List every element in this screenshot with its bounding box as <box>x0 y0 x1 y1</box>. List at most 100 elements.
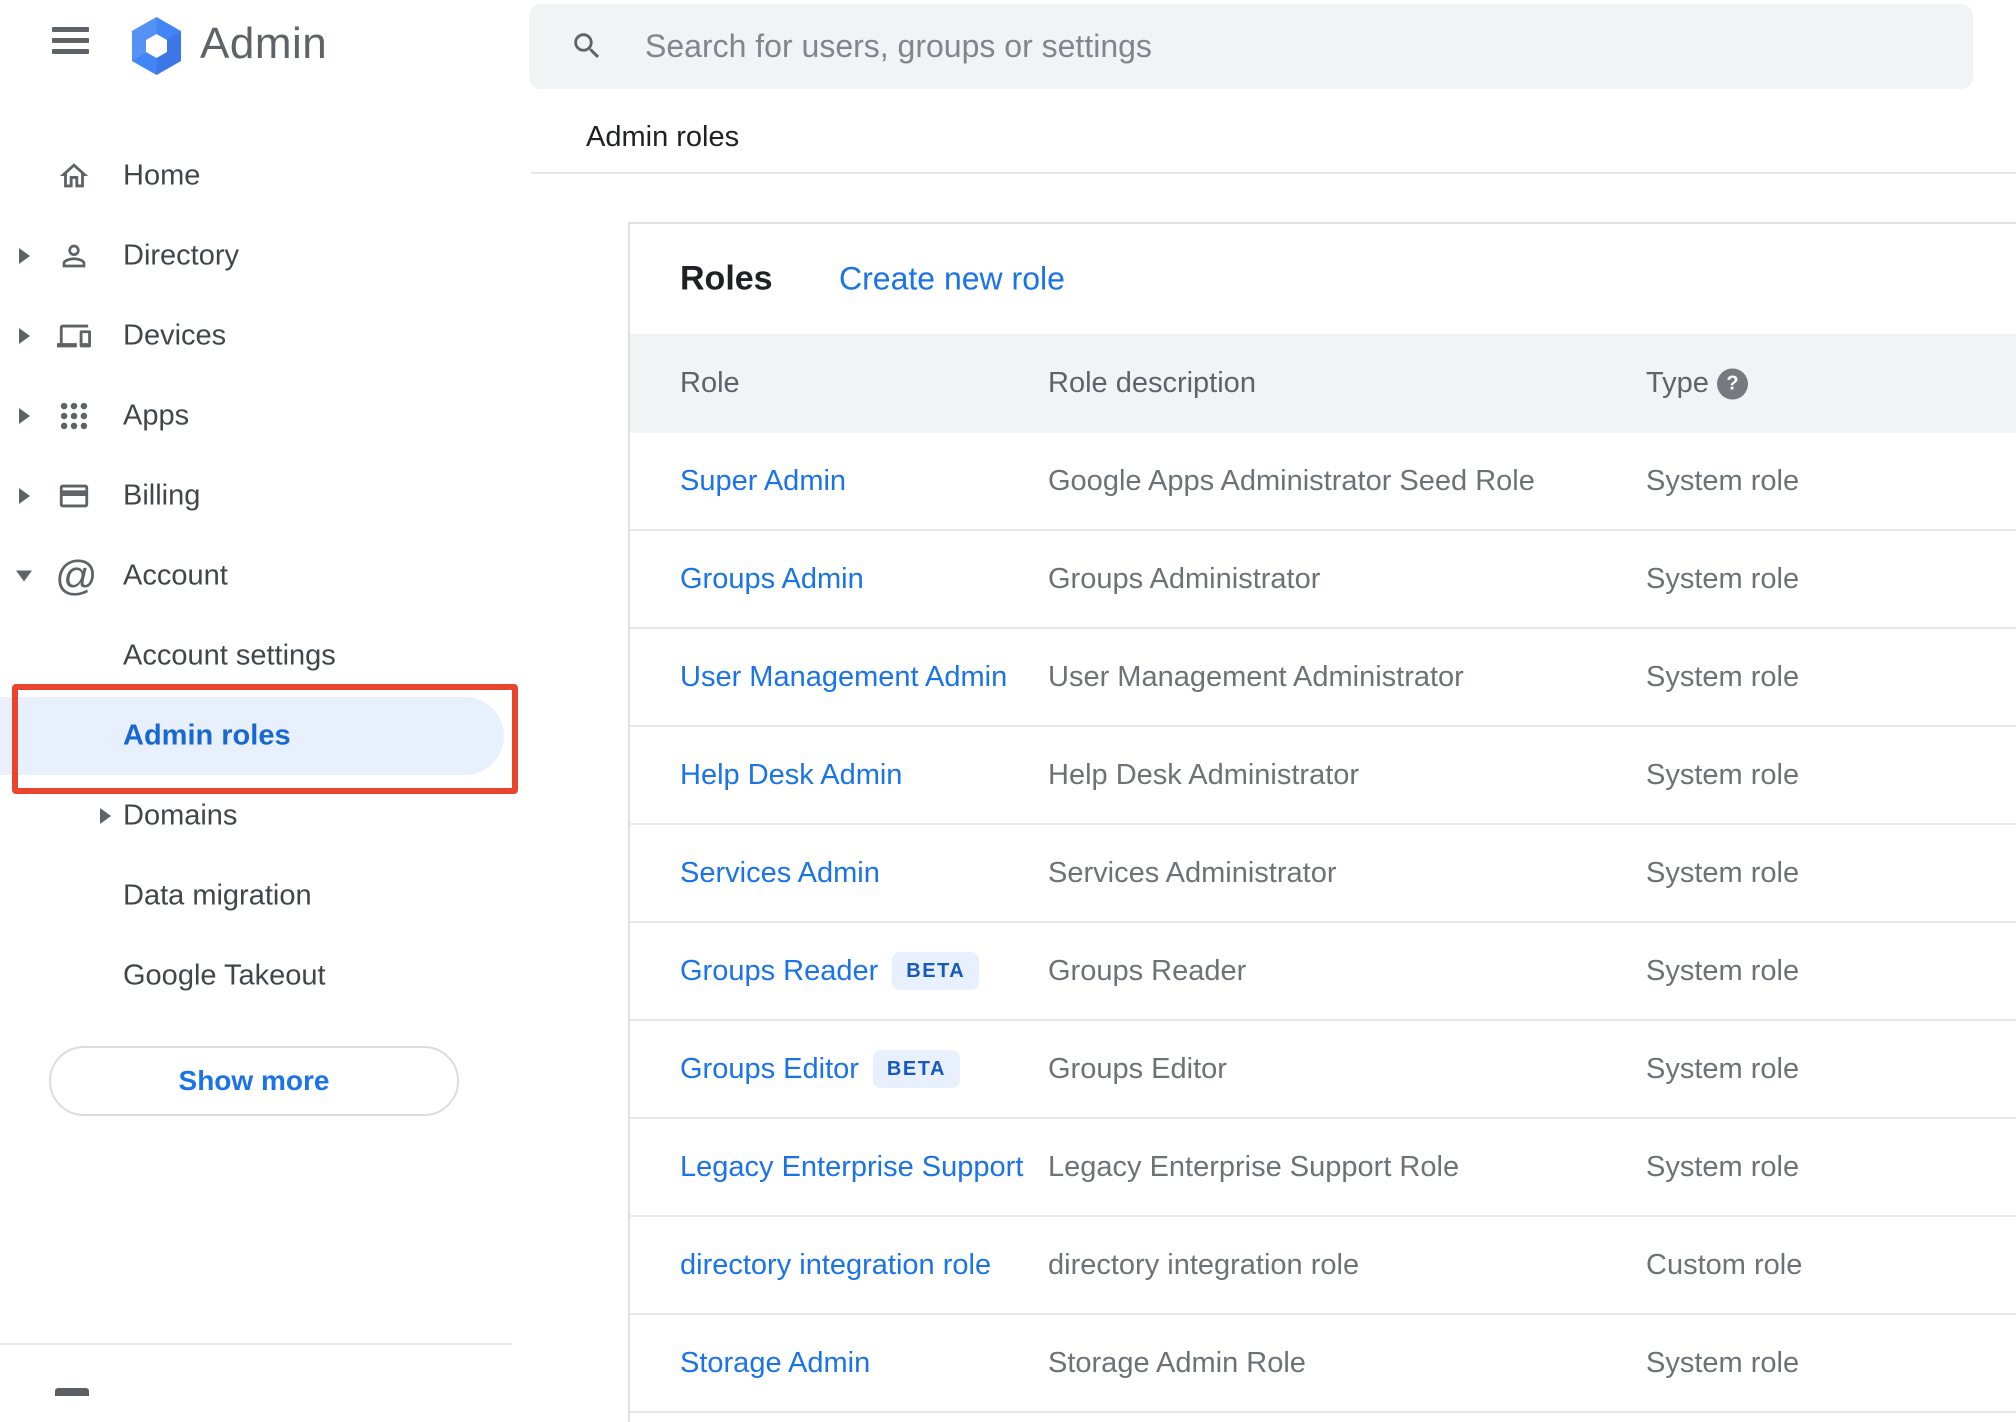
sidebar-item-label: Google Takeout <box>123 959 326 992</box>
role-description-cell: Services Administrator <box>1048 856 1337 889</box>
role-cell: Super Admin <box>680 433 846 529</box>
role-type-cell: System role <box>1646 562 1800 595</box>
show-more-button[interactable]: Show more <box>49 1046 459 1116</box>
role-type-cell: System role <box>1646 856 1800 889</box>
table-row: Groups Admin Groups Administrator System r… <box>630 531 2016 629</box>
clipped-bottom-icon <box>55 1388 89 1396</box>
beta-badge: BETA <box>892 952 980 990</box>
admin-logo-icon <box>132 17 181 75</box>
role-link[interactable]: Groups Reader <box>680 955 878 988</box>
table-row: Legacy Enterprise Support Legacy Enterpri… <box>630 1119 2016 1217</box>
role-link[interactable]: Services Admin <box>680 857 880 890</box>
role-description-cell: Groups Administrator <box>1048 562 1321 595</box>
role-description-cell: User Management Administrator <box>1048 660 1464 693</box>
role-type-cell: System role <box>1646 660 1800 693</box>
sidebar-item-label: Admin roles <box>123 719 291 752</box>
role-description-cell: Groups Reader <box>1048 954 1247 987</box>
role-type-cell: System role <box>1646 1150 1800 1183</box>
sidebar-item-label: Data migration <box>123 879 312 912</box>
role-cell: Storage Admin <box>680 1315 870 1411</box>
role-link[interactable]: User Management Admin <box>680 661 1007 694</box>
sidebar-item-billing[interactable]: Billing <box>0 456 531 536</box>
search-input[interactable] <box>645 4 1945 89</box>
role-type-cell: System role <box>1646 1346 1800 1379</box>
sidebar-item-label: Account settings <box>123 639 336 672</box>
table-row: Super Admin Google Apps Administrator See… <box>630 433 2016 531</box>
sidebar-item-account[interactable]: @ Account <box>0 536 531 616</box>
sidebar-item-label: Billing <box>123 479 201 512</box>
chevron-right-icon[interactable] <box>19 328 30 344</box>
sidebar-item-home[interactable]: Home <box>0 136 531 216</box>
role-cell: Legacy Enterprise Support <box>680 1119 1023 1215</box>
beta-badge: BETA <box>872 1050 960 1088</box>
person-icon <box>57 239 91 273</box>
sidebar-item-label: Devices <box>123 319 227 352</box>
role-description-cell: Storage Admin Role <box>1048 1346 1306 1379</box>
role-cell: Groups Reader BETA <box>680 923 980 1019</box>
role-link[interactable]: directory integration role <box>680 1249 991 1282</box>
role-description-cell: Google Apps Administrator Seed Role <box>1048 464 1535 497</box>
table-row: User Management Admin User Management Adm… <box>630 629 2016 727</box>
sidebar-item-label: Home <box>123 159 201 192</box>
sidebar-item-directory[interactable]: Directory <box>0 216 531 296</box>
search-icon <box>570 29 604 63</box>
hamburger-menu-icon[interactable] <box>52 27 89 55</box>
table-row: Storage Admin Storage Admin Role System ro… <box>630 1315 2016 1413</box>
sidebar-item-admin-roles[interactable]: Admin roles <box>0 696 531 776</box>
role-description-cell: Groups Editor <box>1048 1052 1227 1085</box>
role-cell: Groups Admin <box>680 531 864 627</box>
role-type-cell: System role <box>1646 464 1800 497</box>
sidebar-item-apps[interactable]: Apps <box>0 376 531 456</box>
role-type-cell: System role <box>1646 758 1800 791</box>
chevron-right-icon[interactable] <box>19 248 30 264</box>
create-new-role-link[interactable]: Create new role <box>839 261 1065 298</box>
apps-icon <box>57 399 91 433</box>
role-cell: Help Desk Admin <box>680 727 902 823</box>
chevron-right-icon[interactable] <box>19 488 30 504</box>
roles-card: Roles Create new role Role Role descript… <box>628 222 2016 1422</box>
table-row: Services Admin Services Administrator Syst… <box>630 825 2016 923</box>
table-header-row: Role Role description Type ? <box>630 334 2016 433</box>
role-link[interactable]: Help Desk Admin <box>680 759 902 792</box>
sidebar-item-data-migration[interactable]: Data migration <box>0 856 531 936</box>
role-link[interactable]: Groups Editor <box>680 1053 859 1086</box>
table-row: directory integration role directory inte… <box>630 1217 2016 1315</box>
role-type-cell: System role <box>1646 954 1800 987</box>
sidebar-item-account-settings[interactable]: Account settings <box>0 616 531 696</box>
sidebar-item-google-takeout[interactable]: Google Takeout <box>0 936 531 1016</box>
sidebar-divider <box>0 1343 512 1345</box>
app-title: Admin <box>200 19 328 68</box>
roles-title: Roles <box>680 259 773 298</box>
sidebar-item-domains[interactable]: Domains <box>0 776 531 856</box>
role-description-cell: directory integration role <box>1048 1248 1360 1281</box>
chevron-down-icon[interactable] <box>16 570 32 582</box>
sidebar-nav: Home Directory Devices Apps Billing @ Account A… <box>0 136 531 1016</box>
role-description-cell: Help Desk Administrator <box>1048 758 1360 791</box>
column-header-description: Role description <box>1048 367 1256 399</box>
chevron-right-icon[interactable] <box>100 808 111 824</box>
role-cell: Services Admin <box>680 825 880 921</box>
roles-card-header: Roles Create new role <box>630 224 2016 334</box>
header-divider <box>531 172 2016 174</box>
role-description-cell: Legacy Enterprise Support Role <box>1048 1150 1460 1183</box>
role-cell: directory integration role <box>680 1217 991 1313</box>
role-cell: User Management Admin <box>680 629 1007 725</box>
role-link[interactable]: Groups Admin <box>680 563 864 596</box>
role-link[interactable]: Storage Admin <box>680 1347 870 1380</box>
table-row: Groups Editor BETA Groups Editor System rol… <box>630 1021 2016 1119</box>
sidebar: Admin Home Directory Devices Apps Billing @ Ac… <box>0 0 531 1396</box>
role-link[interactable]: Super Admin <box>680 465 846 498</box>
sidebar-item-label: Apps <box>123 399 190 432</box>
table-row: Help Desk Admin Help Desk Administrator Sy… <box>630 727 2016 825</box>
billing-icon <box>57 479 91 513</box>
role-type-cell: System role <box>1646 1052 1800 1085</box>
help-icon[interactable]: ? <box>1717 368 1748 399</box>
at-icon: @ <box>55 552 98 599</box>
sidebar-item-label: Account <box>123 559 228 592</box>
role-link[interactable]: Legacy Enterprise Support <box>680 1151 1023 1184</box>
role-type-cell: Custom role <box>1646 1248 1803 1281</box>
role-cell: Groups Editor BETA <box>680 1021 960 1117</box>
chevron-right-icon[interactable] <box>19 408 30 424</box>
roles-table-body: Super Admin Google Apps Administrator See… <box>630 433 2016 1413</box>
sidebar-item-devices[interactable]: Devices <box>0 296 531 376</box>
